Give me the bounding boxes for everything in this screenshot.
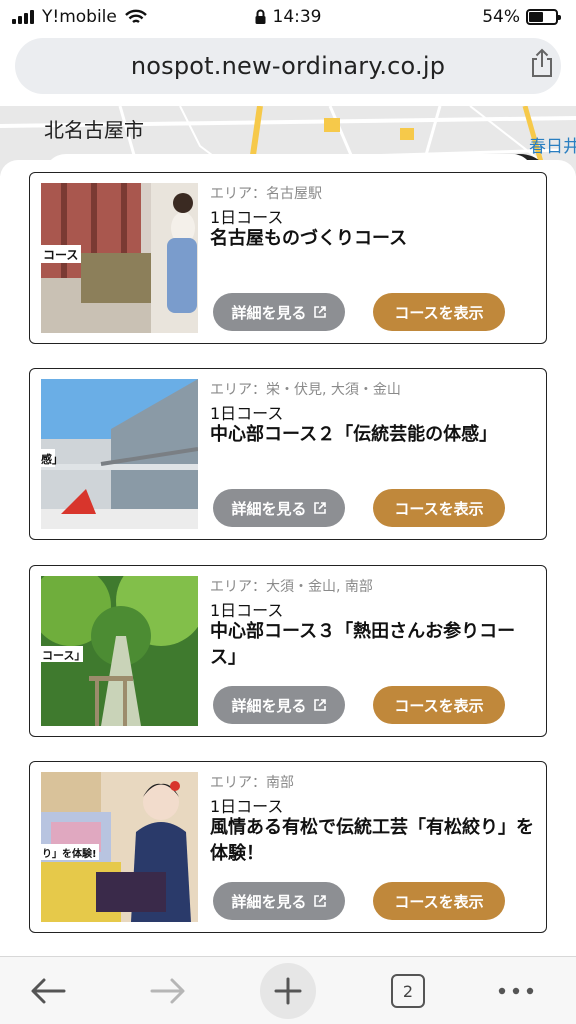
course-area: エリア：栄・伏見, 大須・金山: [210, 382, 401, 398]
url-text: nospot.new-ordinary.co.jp: [130, 52, 446, 80]
external-link-icon: [313, 699, 326, 711]
details-button[interactable]: 詳細を見る: [213, 882, 345, 920]
image-overlay-text: 感」: [41, 452, 63, 466]
forward-arrow-icon: [150, 978, 185, 1004]
external-link-icon: [313, 895, 326, 907]
plus-circle: [260, 963, 316, 1019]
course-title: 中心部コース２「伝統芸能の体感」: [210, 424, 498, 445]
status-right: 54%: [482, 7, 561, 27]
course-title: 中心部コース３「熱田さんお参りコース」: [210, 621, 516, 668]
details-label: 詳細を見る: [231, 499, 307, 518]
course-image: 感」: [41, 379, 198, 529]
details-label: 詳細を見る: [231, 696, 307, 715]
course-image: コース」: [41, 576, 198, 726]
tabs-button[interactable]: 2: [386, 969, 430, 1013]
course-card: り」を体験! エリア：南部 1日コース 風情ある有松で伝統工芸「有松絞り」を体験…: [29, 761, 547, 933]
external-link-icon: [313, 306, 326, 318]
more-dots-icon: [498, 987, 534, 995]
details-label: 詳細を見る: [231, 892, 307, 911]
carrier-name: Y!mobile: [42, 7, 117, 27]
address-bar[interactable]: nospot.new-ordinary.co.jp: [15, 38, 561, 94]
plus-icon: [274, 977, 302, 1005]
course-area: エリア：大須・金山, 南部: [210, 579, 373, 595]
browser-toolbar: 2: [0, 956, 576, 1024]
image-overlay-text: り」を体験!: [42, 847, 97, 860]
course-card: 感」 エリア：栄・伏見, 大須・金山 1日コース 中心部コース２「伝統芸能の体感…: [29, 368, 547, 540]
course-card: コース エリア：名古屋駅 1日コース 名古屋ものづくりコース 詳細を見る コース…: [29, 172, 547, 344]
battery-level: [529, 12, 544, 22]
external-link-icon: [313, 502, 326, 514]
status-bar: Y!mobile 14:39 54%: [0, 0, 576, 34]
more-menu-button[interactable]: [494, 969, 538, 1013]
details-label: 詳細を見る: [231, 303, 307, 322]
browser-header: nospot.new-ordinary.co.jp: [0, 34, 576, 106]
tab-count: 2: [391, 974, 425, 1008]
details-button[interactable]: 詳細を見る: [213, 686, 345, 724]
map-label: 北名古屋市: [44, 118, 144, 142]
back-arrow-icon: [31, 978, 66, 1004]
course-list[interactable]: コース エリア：名古屋駅 1日コース 名古屋ものづくりコース 詳細を見る コース…: [0, 160, 576, 956]
lock-icon: [255, 9, 266, 24]
new-tab-button[interactable]: [260, 963, 316, 1019]
course-title: 名古屋ものづくりコース: [210, 228, 408, 249]
status-center: 14:39: [255, 7, 322, 27]
clock: 14:39: [272, 7, 322, 27]
details-button[interactable]: 詳細を見る: [213, 293, 345, 331]
wifi-icon: [125, 9, 147, 24]
battery-icon: [526, 9, 561, 25]
signal-icon: [12, 10, 34, 24]
course-type: 1日コース: [210, 601, 284, 620]
show-course-button[interactable]: コースを表示: [373, 489, 505, 527]
battery-percent: 54%: [482, 7, 520, 27]
show-course-button[interactable]: コースを表示: [373, 293, 505, 331]
course-type: 1日コース: [210, 208, 284, 227]
course-area: エリア：南部: [210, 775, 294, 791]
course-title: 風情ある有松で伝統工芸「有松絞り」を体験！: [210, 817, 534, 864]
course-card: コース」 エリア：大須・金山, 南部 1日コース 中心部コース３「熱田さんお参り…: [29, 565, 547, 737]
course-image: り」を体験!: [41, 772, 198, 922]
show-course-button[interactable]: コースを表示: [373, 686, 505, 724]
course-area: エリア：名古屋駅: [210, 186, 322, 202]
course-image: コース: [41, 183, 198, 333]
course-type: 1日コース: [210, 404, 284, 423]
back-button[interactable]: [26, 969, 70, 1013]
details-button[interactable]: 詳細を見る: [213, 489, 345, 527]
image-overlay-text: コース: [43, 248, 78, 262]
status-left: Y!mobile: [12, 7, 147, 27]
share-icon[interactable]: [528, 48, 556, 78]
forward-button[interactable]: [146, 969, 190, 1013]
image-overlay-text: コース」: [42, 649, 85, 662]
course-type: 1日コース: [210, 797, 284, 816]
map-label-right: 春日井: [529, 137, 576, 157]
show-course-button[interactable]: コースを表示: [373, 882, 505, 920]
